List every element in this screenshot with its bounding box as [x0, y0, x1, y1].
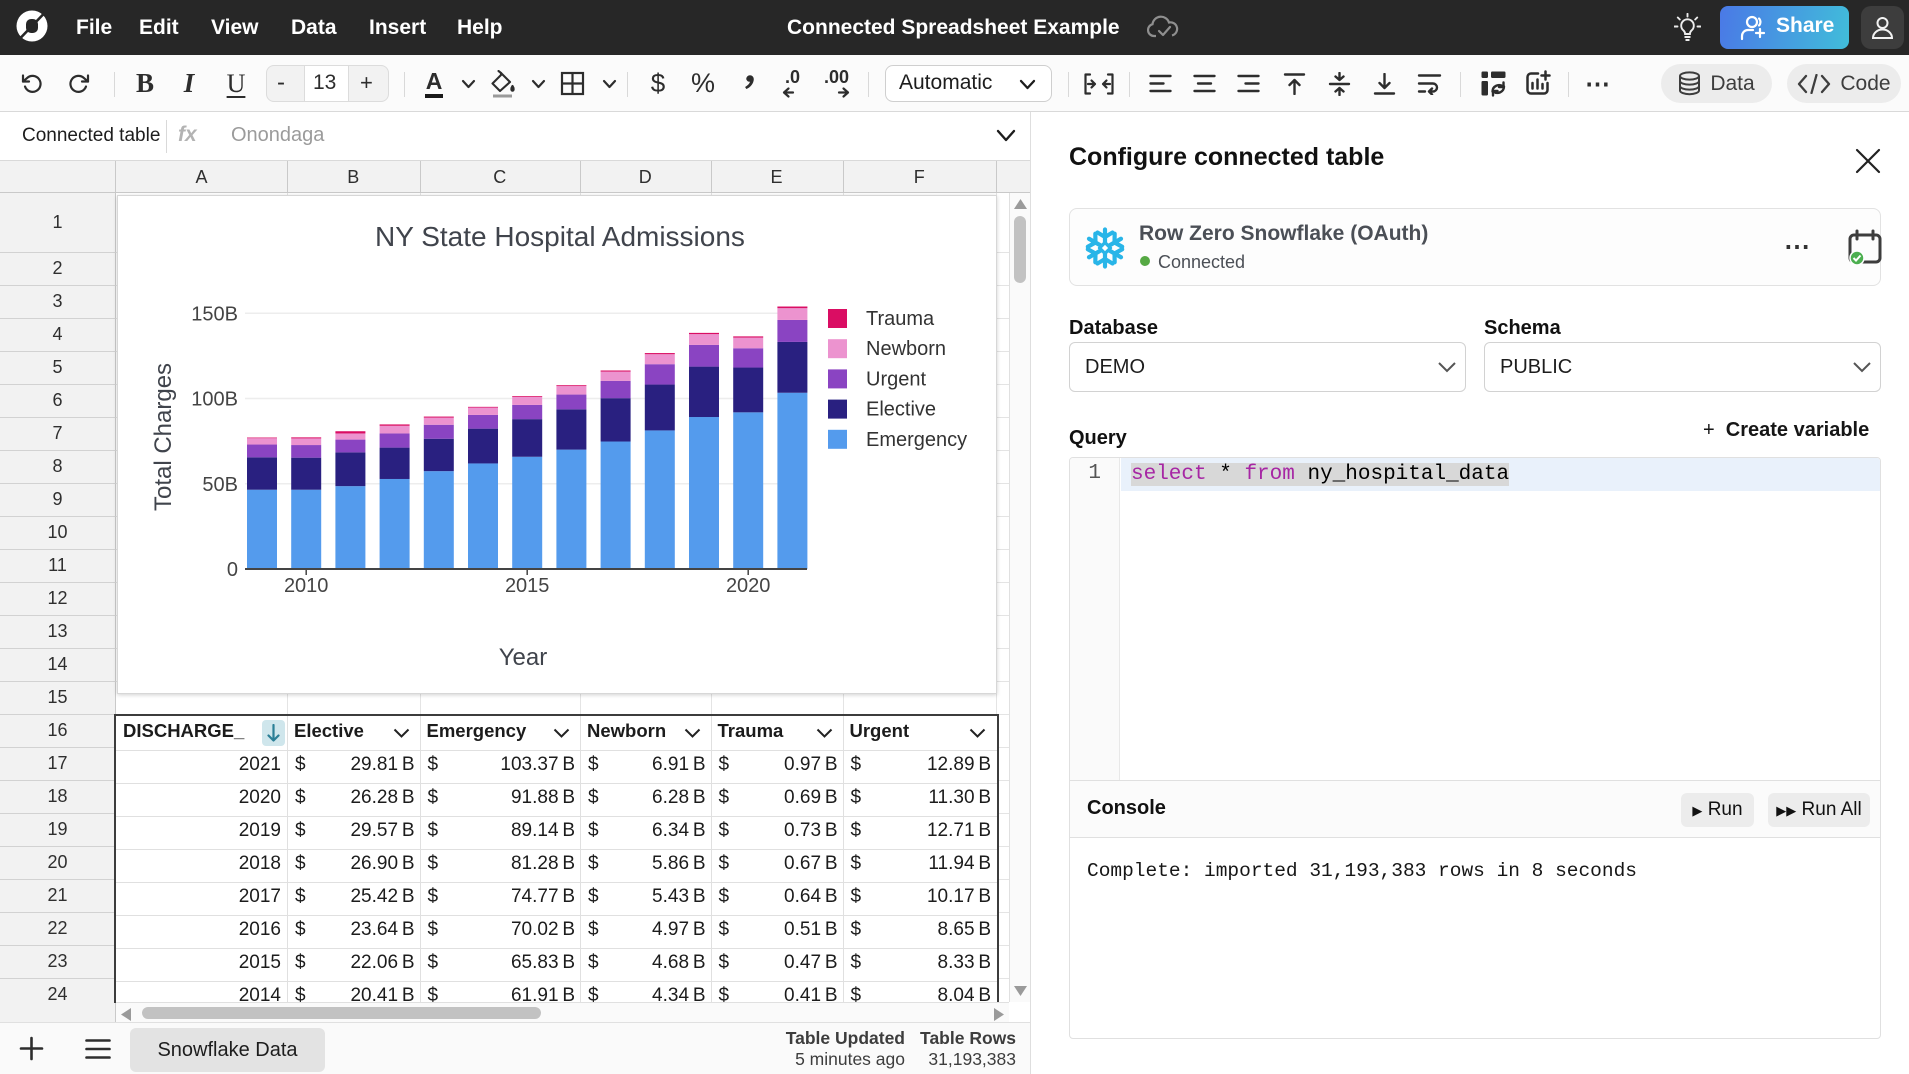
svg-text:Emergency: Emergency: [866, 429, 967, 451]
svg-text:Trauma: Trauma: [866, 308, 935, 330]
svg-text:.0: .0: [785, 68, 800, 87]
svg-text:Newborn: Newborn: [866, 338, 946, 360]
svg-text:100B: 100B: [191, 389, 238, 411]
svg-text:50B: 50B: [202, 474, 238, 496]
svg-text:Elective: Elective: [866, 399, 936, 421]
svg-text:0: 0: [227, 559, 238, 581]
svg-text:Total Charges: Total Charges: [150, 363, 177, 511]
svg-text:Year: Year: [499, 644, 548, 671]
svg-text:2015: 2015: [505, 575, 550, 597]
svg-text:2020: 2020: [726, 575, 771, 597]
svg-text:150B: 150B: [191, 303, 238, 325]
svg-text:2010: 2010: [284, 575, 329, 597]
svg-text:.00: .00: [824, 68, 849, 87]
svg-text:NY State Hospital Admissions: NY State Hospital Admissions: [375, 221, 745, 252]
svg-text:Urgent: Urgent: [866, 368, 926, 390]
